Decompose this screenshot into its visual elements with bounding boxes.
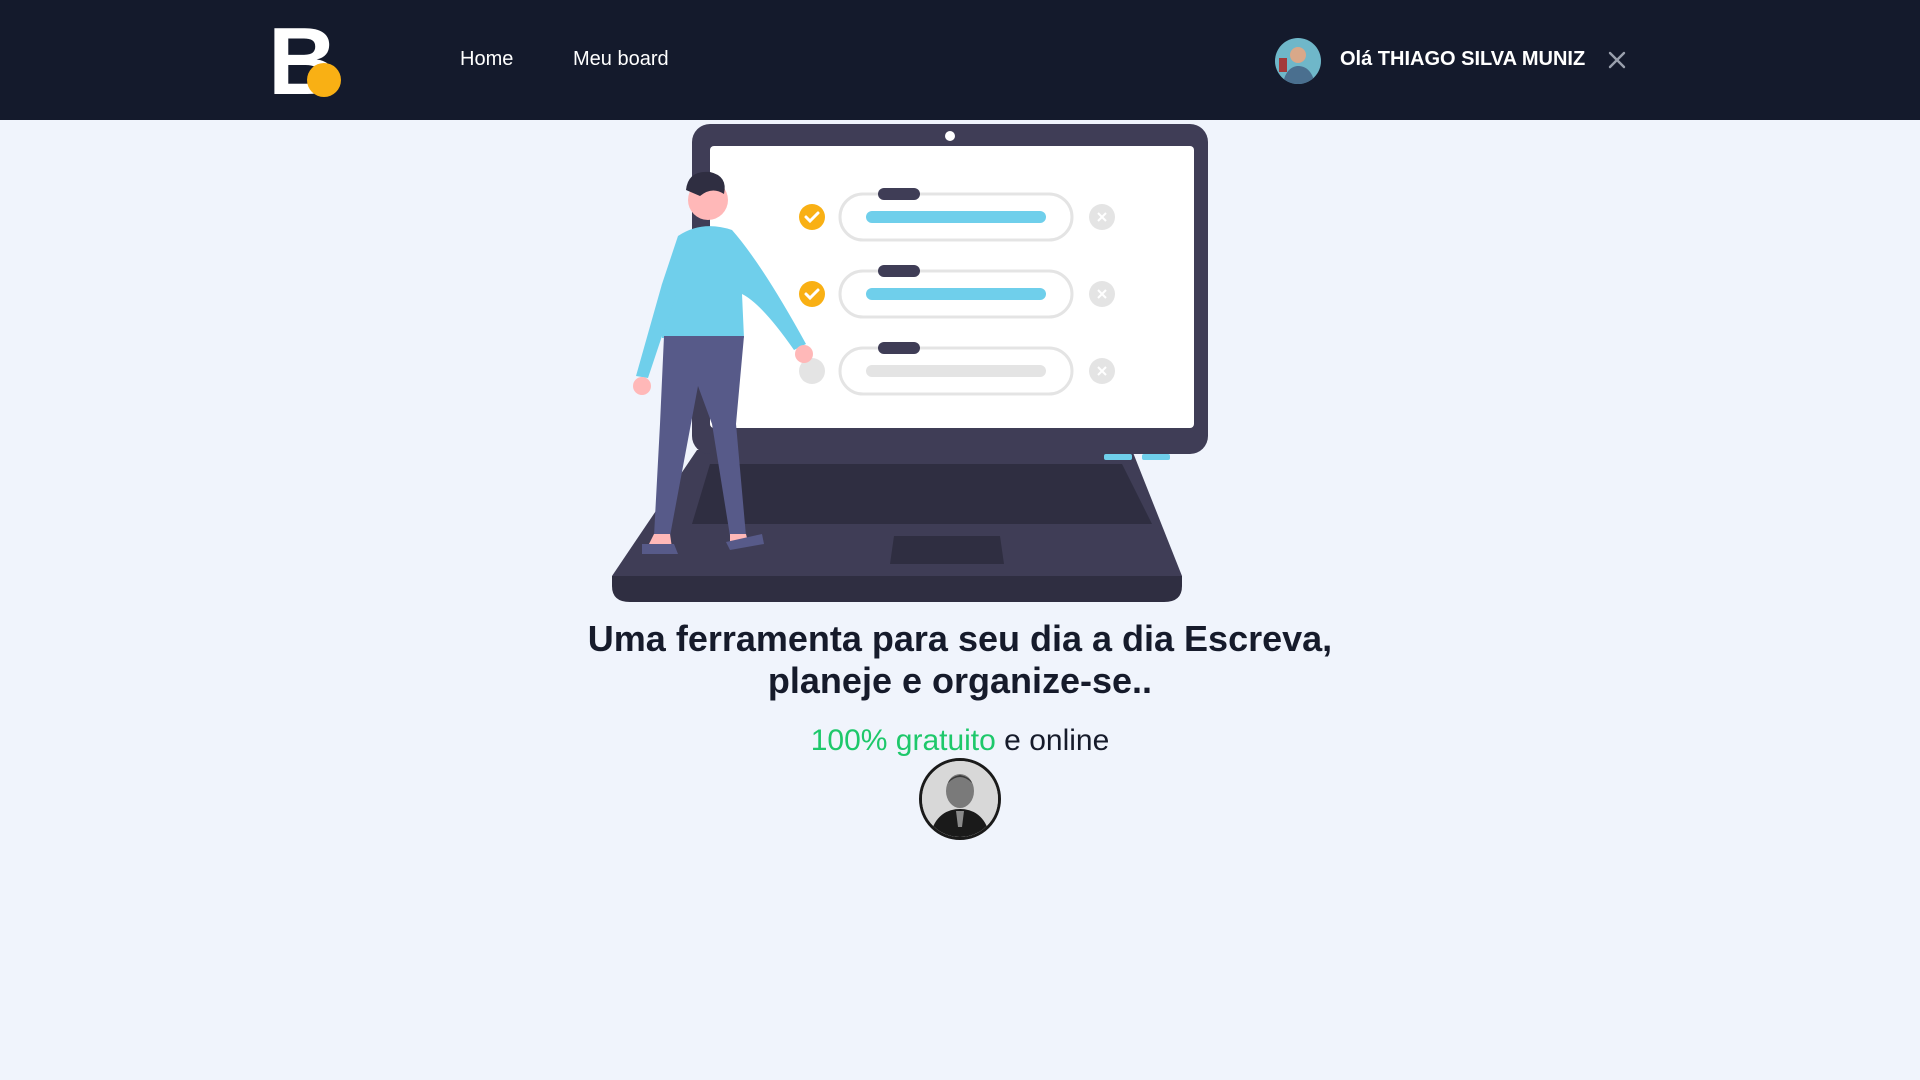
hero-headline: Uma ferramenta para seu dia a dia Escrev… [460,618,1460,702]
user-greeting: Olá THIAGO SILVA MUNIZ [1340,48,1586,70]
author-avatar [919,758,1001,840]
headline-line-1: Uma ferramenta para seu dia a dia Escrev… [587,618,1333,659]
top-navbar: B Home Meu board Olá THIAGO SILVA MUNIZ [0,0,1920,120]
user-avatar[interactable] [1275,38,1321,84]
subline-accent: 100% gratuito [810,724,996,757]
nav-link-home[interactable]: Home [460,48,513,71]
headline-line-2: planeje e organize-se.. [767,660,1153,701]
subline-rest: e online [995,724,1110,757]
nav-link-meu-board[interactable]: Meu board [573,48,669,71]
hero-subline: 100% gratuito e online [660,724,1260,758]
logo-dot [307,63,341,97]
close-icon[interactable] [1606,49,1628,71]
hero-illustration [612,124,1208,602]
app-logo[interactable]: B [268,24,344,98]
